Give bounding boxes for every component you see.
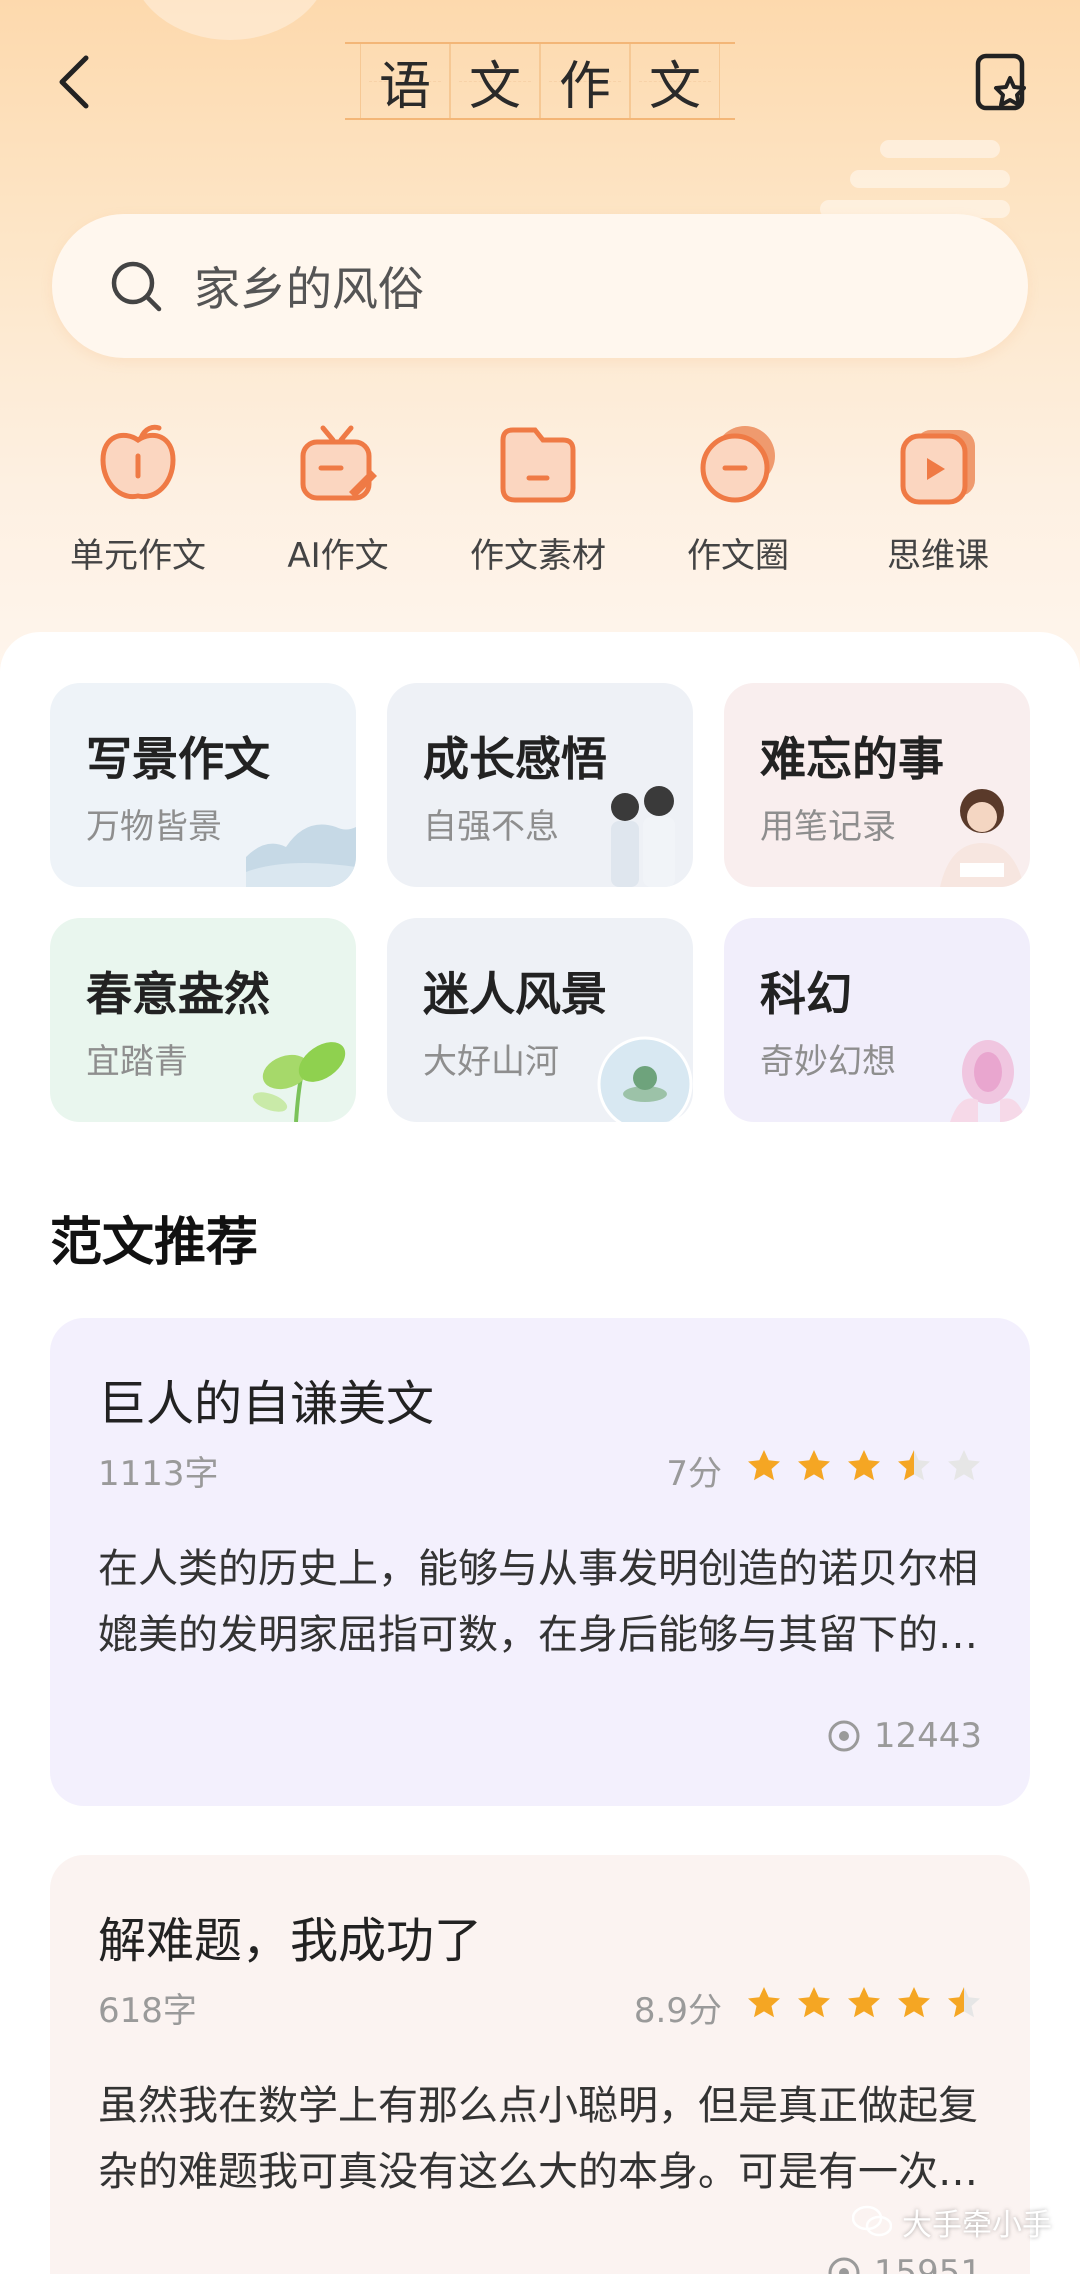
essay-title: 解难题，我成功了 (98, 1913, 483, 1969)
back-button[interactable] (50, 52, 100, 112)
circle-chat-icon (700, 426, 775, 503)
star-icon (798, 1450, 830, 1481)
category-subtitle: 奇妙幻想 (760, 1042, 896, 1082)
star-icon (848, 1987, 880, 2018)
quick-nav-label: 作文圈 (687, 536, 789, 576)
essay-word-count: 1113字 (98, 1454, 219, 1494)
category-card-scenery[interactable]: 写景作文 万物皆景 (50, 683, 356, 887)
category-subtitle: 大好山河 (423, 1042, 559, 1082)
tv-pencil-icon (300, 425, 377, 501)
category-title: 写景作文 (86, 732, 270, 786)
quick-nav-material[interactable]: 作文素材 (438, 420, 638, 577)
folder-icon (500, 427, 576, 503)
lightbulb-hands-illustration (950, 1040, 1026, 1122)
essay-title: 巨人的自谦美文 (98, 1376, 435, 1432)
essay-score: 8.9分 (633, 1991, 722, 2031)
rating-stars (746, 1983, 982, 2023)
quick-nav: 单元作文 AI作文 作文素材 作文圈 思维课 (0, 420, 1080, 600)
chevron-left-icon (59, 55, 89, 109)
landscape-illustration (246, 824, 356, 887)
view-count-icon (828, 2257, 860, 2274)
category-card-growth[interactable]: 成长感悟 自强不息 (387, 683, 693, 887)
quick-nav-label: 单元作文 (70, 536, 206, 576)
title-char: 文 (450, 44, 540, 118)
quick-nav-label: AI作文 (287, 536, 389, 576)
apple-book-icon (100, 424, 176, 500)
quick-nav-label: 作文素材 (470, 536, 606, 576)
category-subtitle: 宜踏青 (86, 1042, 188, 1082)
essay-views: 12443 (826, 1716, 982, 1756)
category-card-scifi[interactable]: 科幻 奇妙幻想 (724, 918, 1030, 1122)
star-icon (898, 1987, 930, 2018)
quick-nav-circle[interactable]: 作文圈 (638, 420, 838, 577)
favorites-button[interactable] (974, 52, 1030, 112)
watermark: 大手牵小手 (852, 2200, 1052, 2244)
essay-score: 7分 (666, 1454, 722, 1494)
view-count: 12443 (873, 1716, 982, 1756)
star-icon (898, 1450, 930, 1481)
play-video-icon (900, 430, 975, 505)
quick-nav-unit-essay[interactable]: 单元作文 (38, 420, 238, 577)
essay-excerpt: 在人类的历史上，能够与从事发明创造的诺贝尔相媲美的发明家屈指可数，在身后能够与其… (98, 1546, 978, 1658)
title-char: 作 (540, 44, 630, 118)
category-title: 难忘的事 (760, 732, 944, 786)
category-title: 成长感悟 (423, 732, 607, 786)
decorative-clock-shape (130, 0, 330, 40)
search-icon (111, 261, 162, 312)
students-illustration (611, 786, 675, 887)
star-icon (848, 1450, 880, 1481)
quick-nav-thinking-course[interactable]: 思维课 (838, 420, 1038, 577)
girl-reading-illustration (940, 789, 1024, 887)
decorative-books-shape (820, 130, 1020, 220)
star-icon (948, 1450, 980, 1481)
essay-word-count: 618字 (98, 1991, 197, 2031)
category-subtitle: 自强不息 (423, 807, 559, 847)
search-bar[interactable]: 家乡的风俗 (52, 214, 1028, 358)
view-count-icon (828, 1720, 860, 1752)
section-title: 范文推荐 (50, 1213, 259, 1273)
quick-nav-ai-essay[interactable]: AI作文 (238, 420, 438, 577)
category-subtitle: 用笔记录 (760, 807, 896, 847)
bookmark-star-icon (975, 53, 1026, 111)
globe-illustration (597, 1036, 693, 1122)
view-count: 15951 (873, 2253, 982, 2274)
essay-card[interactable]: 巨人的自谦美文 1113字 7分 在人类的历史上，能够与从事发明创造的诺贝尔相媲… (50, 1318, 1030, 1806)
category-title: 科幻 (760, 967, 852, 1021)
watermark-text: 大手牵小手 (902, 2208, 1052, 2243)
category-card-memorable[interactable]: 难忘的事 用笔记录 (724, 683, 1030, 887)
essay-views: 15951 (826, 2253, 982, 2274)
category-subtitle: 万物皆景 (86, 807, 222, 847)
category-title: 春意盎然 (86, 967, 270, 1021)
title-char: 语 (360, 44, 450, 118)
wechat-icon (852, 2205, 892, 2237)
star-icon (948, 1987, 980, 2018)
rating-stars (746, 1446, 982, 1486)
search-placeholder: 家乡的风俗 (194, 262, 424, 316)
category-card-spring[interactable]: 春意盎然 宜踏青 (50, 918, 356, 1122)
star-icon (748, 1450, 780, 1481)
category-title: 迷人风景 (423, 967, 607, 1021)
sprout-illustration (252, 1042, 346, 1122)
star-icon (748, 1987, 780, 2018)
category-card-scenic[interactable]: 迷人风景 大好山河 (387, 918, 693, 1122)
essay-excerpt: 虽然我在数学上有那么点小聪明，但是真正做起复杂的难题我可真没有这么大的本身。可是… (98, 2083, 978, 2195)
star-icon (798, 1987, 830, 2018)
quick-nav-label: 思维课 (887, 536, 989, 576)
page-title: 语 文 作 文 (345, 42, 735, 120)
title-char: 文 (630, 44, 720, 118)
